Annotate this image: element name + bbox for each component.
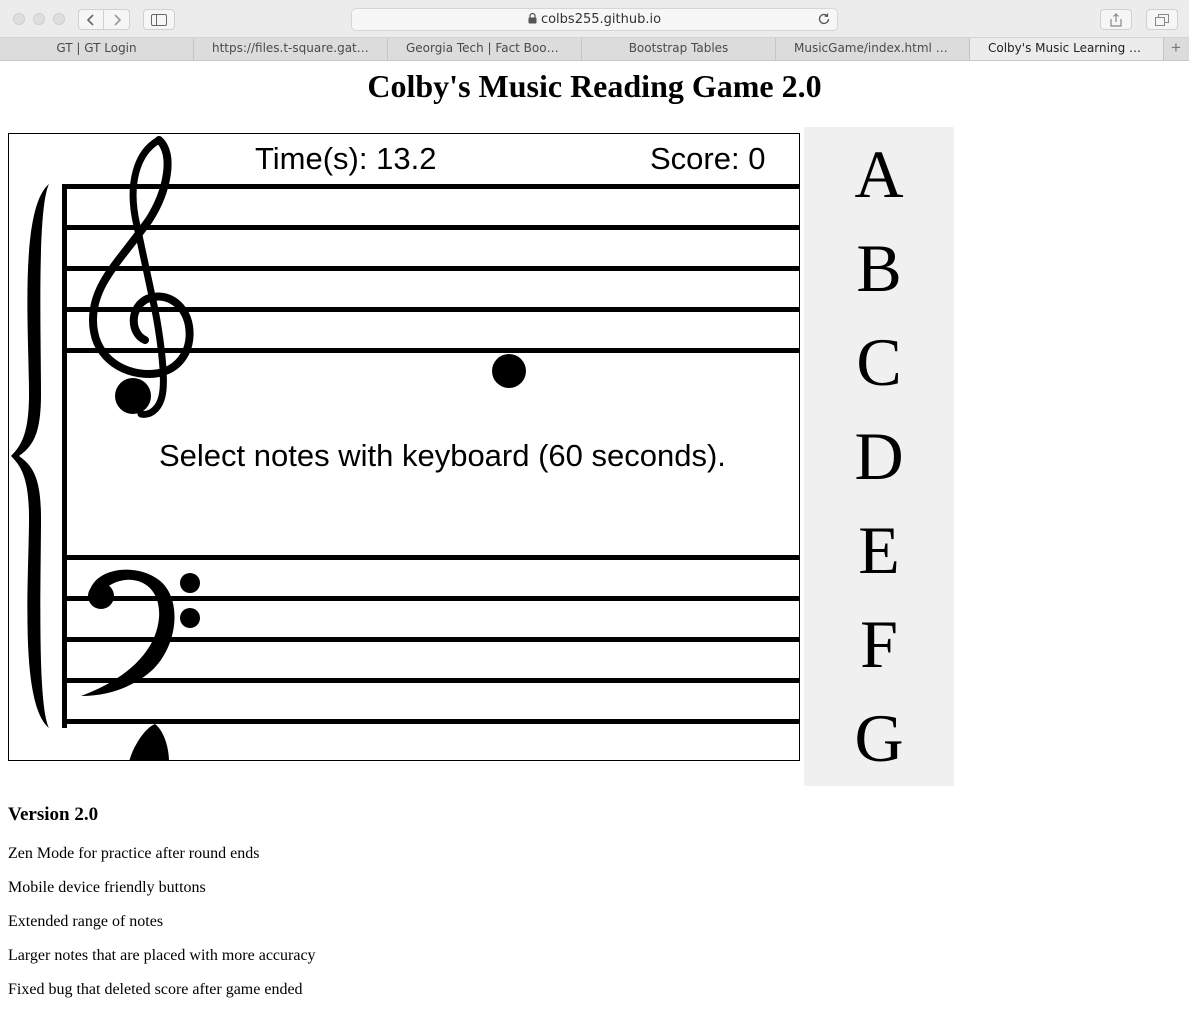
back-button[interactable] [78, 9, 104, 30]
share-icon [1110, 12, 1122, 27]
tabs-icon [1155, 13, 1169, 26]
changelog-item: Extended range of notes [8, 913, 164, 930]
minimize-window-button[interactable] [33, 13, 45, 25]
url-display: colbs255.github.io [352, 12, 837, 27]
zoom-window-button[interactable] [53, 13, 65, 25]
note-button-f[interactable]: F [804, 597, 954, 691]
version-heading: Version 2.0 [8, 804, 99, 825]
sidebar-toggle-button[interactable] [143, 9, 175, 30]
tab-t-square[interactable]: https://files.t-square.gatech... [194, 38, 388, 60]
note-button-a[interactable]: A [804, 127, 954, 221]
tab-music-learning-game[interactable]: Colby's Music Learning Game [970, 38, 1164, 60]
bass-staff-lines [62, 555, 799, 724]
share-button[interactable] [1100, 9, 1132, 30]
score-display: Score: 0 [650, 141, 766, 176]
system-barline [62, 184, 67, 728]
current-note [492, 354, 526, 388]
game-instructions: Select notes with keyboard (60 seconds). [159, 438, 726, 473]
tab-overview-button[interactable] [1146, 9, 1178, 30]
note-button-c[interactable]: C [804, 315, 954, 409]
sidebar-icon [151, 13, 167, 26]
changelog-item: Mobile device friendly buttons [8, 879, 206, 896]
game-canvas[interactable]: Time(s): 13.2 Score: 0 Select notes with… [8, 133, 800, 761]
tab-musicgame-github[interactable]: MusicGame/index.html at m... [776, 38, 970, 60]
chevron-left-icon [86, 13, 94, 26]
reload-icon[interactable] [817, 12, 831, 26]
note-button-e[interactable]: E [804, 503, 954, 597]
bass-clef-icon [81, 569, 200, 696]
note-button-panel: A B C D E F G [804, 127, 954, 786]
timer-display: Time(s): 13.2 [255, 141, 437, 176]
treble-staff-lines [62, 184, 799, 353]
page-title: Colby's Music Reading Game 2.0 [367, 68, 822, 104]
chevron-right-icon [113, 13, 121, 26]
note-button-g[interactable]: G [804, 691, 954, 785]
tab-bar: GT | GT Login https://files.t-square.gat… [0, 38, 1189, 61]
tab-bootstrap-tables[interactable]: Bootstrap Tables [582, 38, 776, 60]
note-button-d[interactable]: D [804, 409, 954, 503]
close-window-button[interactable] [13, 13, 25, 25]
new-tab-button[interactable]: + [1164, 38, 1188, 60]
tab-gt-login[interactable]: GT | GT Login [0, 38, 194, 60]
changelog-item: Zen Mode for practice after round ends [8, 845, 260, 862]
browser-toolbar: colbs255.github.io [0, 0, 1189, 38]
tab-fact-book[interactable]: Georgia Tech | Fact Book Cl... [388, 38, 582, 60]
url-text: colbs255.github.io [540, 12, 662, 27]
treble-clef-fragment-icon [129, 724, 169, 760]
note-button-b[interactable]: B [804, 221, 954, 315]
changelog-item: Fixed bug that deleted score after game … [8, 981, 303, 998]
changelog-item: Larger notes that are placed with more a… [8, 947, 316, 964]
brace-icon [11, 184, 49, 728]
lock-icon [528, 13, 537, 24]
forward-button[interactable] [104, 9, 130, 30]
treble-clef-icon [88, 136, 194, 418]
address-bar[interactable]: colbs255.github.io [351, 8, 838, 31]
